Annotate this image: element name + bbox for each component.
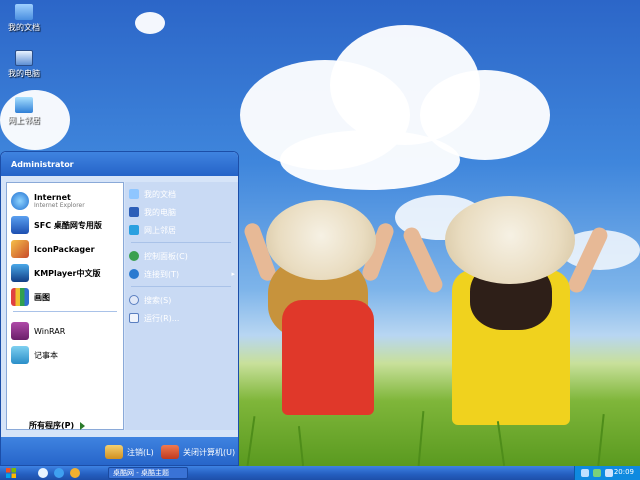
ie-icon[interactable]	[54, 468, 64, 478]
all-programs-label: 所有程序(P)	[29, 421, 75, 430]
separator	[131, 286, 231, 287]
menu-item-title: 记事本	[34, 350, 58, 360]
power-icon	[161, 445, 179, 459]
desktop-icon-my-computer[interactable]: 我的电脑	[4, 50, 44, 79]
grass	[417, 411, 425, 466]
straw-hat	[445, 196, 575, 284]
chevron-right-icon: ▸	[231, 270, 235, 278]
logoff-icon	[105, 445, 123, 459]
place-search[interactable]: 搜索(S)	[129, 292, 235, 308]
menu-item-title: KMPlayer中文版	[34, 268, 101, 278]
logoff-button[interactable]: 注销(L)	[105, 445, 154, 459]
red-shirt	[282, 300, 374, 415]
grass	[496, 421, 506, 466]
start-menu-header: Administrator	[1, 152, 238, 176]
user-name: Administrator	[11, 160, 74, 169]
place-network[interactable]: 网上邻居	[129, 222, 235, 238]
network-icon	[15, 97, 33, 113]
menu-item-winrar[interactable]: WinRAR	[11, 321, 123, 341]
desktop-icon-network[interactable]: 网上邻居	[4, 97, 44, 126]
start-menu: Administrator Internet Internet Explorer…	[0, 151, 239, 466]
straw-hat	[266, 200, 376, 280]
grass	[246, 416, 256, 466]
place-run[interactable]: 运行(R)...	[129, 310, 235, 326]
connect-icon	[129, 269, 139, 279]
folder-icon	[15, 4, 33, 20]
place-label: 运行(R)...	[144, 313, 180, 323]
arrow-right-icon	[80, 421, 86, 430]
start-button[interactable]	[6, 468, 16, 478]
menu-item-sfc[interactable]: SFC 桌酷网专用版	[11, 215, 123, 235]
task-label: 桌酷网 - 桌酷主题	[113, 469, 169, 477]
kmplayer-icon	[11, 264, 29, 282]
chevron-left-icon[interactable]	[581, 469, 589, 477]
pinned-programs-panel: Internet Internet Explorer SFC 桌酷网专用版 Ic…	[6, 182, 124, 439]
desktop-icon-label: 我的文档	[8, 23, 40, 32]
place-connect-to[interactable]: 连接到(T) ▸	[129, 266, 235, 282]
clock[interactable]: 20:09	[614, 468, 634, 476]
cloud	[280, 130, 460, 190]
all-programs-button[interactable]: 所有程序(P)	[29, 420, 86, 431]
ie-icon	[11, 192, 29, 210]
grass	[597, 414, 605, 466]
place-control-panel[interactable]: 控制面板(C)	[129, 248, 235, 264]
shutdown-label: 关闭计算机(U)	[183, 447, 236, 457]
menu-item-subtitle: Internet Explorer	[34, 202, 85, 209]
iconpackager-icon	[11, 240, 29, 258]
menu-item-iconpackager[interactable]: IconPackager	[11, 239, 123, 259]
volume-icon[interactable]	[605, 469, 613, 477]
separator	[131, 242, 231, 243]
place-label: 网上邻居	[144, 225, 176, 235]
taskbar-task-button[interactable]: 桌酷网 - 桌酷主题	[108, 467, 188, 479]
menu-item-notepad[interactable]: 记事本	[11, 345, 123, 365]
place-label: 搜索(S)	[144, 295, 172, 305]
place-label: 我的文档	[144, 189, 176, 199]
network-icon	[129, 225, 139, 235]
desktop-icon-my-documents[interactable]: 我的文档	[4, 4, 44, 33]
menu-item-kmplayer[interactable]: KMPlayer中文版	[11, 263, 123, 283]
notepad-icon	[11, 346, 29, 364]
desktop-icon-label: 网上邻居	[8, 116, 40, 125]
start-menu-footer: 注销(L) 关闭计算机(U)	[1, 437, 238, 465]
network-status-icon[interactable]	[593, 469, 601, 477]
menu-item-paint[interactable]: 画图	[11, 287, 123, 307]
menu-item-title: SFC 桌酷网专用版	[34, 220, 102, 230]
separator	[13, 311, 117, 312]
place-label: 控制面板(C)	[144, 251, 188, 261]
menu-item-title: WinRAR	[34, 326, 66, 336]
run-icon	[129, 313, 139, 323]
place-label: 连接到(T)	[144, 269, 180, 279]
cloud	[135, 12, 165, 34]
menu-item-title: IconPackager	[34, 244, 95, 254]
place-my-computer[interactable]: 我的电脑	[129, 204, 235, 220]
place-label: 我的电脑	[144, 207, 176, 217]
search-icon	[129, 295, 139, 305]
place-my-documents[interactable]: 我的文档	[129, 186, 235, 202]
paint-icon	[11, 288, 29, 306]
logoff-label: 注销(L)	[127, 447, 154, 457]
sfc-icon	[11, 216, 29, 234]
places-panel: 我的文档 我的电脑 网上邻居 控制面板(C) 连接到(T) ▸ 搜索(S) 运行…	[125, 182, 238, 430]
desktop-icon-label: 我的电脑	[8, 69, 40, 78]
windows-logo-icon	[6, 468, 16, 478]
control-panel-icon	[129, 251, 139, 261]
menu-item-internet[interactable]: Internet Internet Explorer	[11, 189, 123, 213]
media-player-icon[interactable]	[70, 468, 80, 478]
computer-icon	[15, 50, 33, 66]
system-tray: 20:09	[574, 466, 640, 480]
winrar-icon	[11, 322, 29, 340]
grass	[297, 426, 305, 466]
computer-icon	[129, 207, 139, 217]
taskbar: 桌酷网 - 桌酷主题 20:09	[0, 466, 640, 480]
menu-item-title: 画图	[34, 292, 50, 302]
menu-item-title: Internet	[34, 193, 71, 202]
show-desktop-icon[interactable]	[38, 468, 48, 478]
documents-icon	[129, 189, 139, 199]
shutdown-button[interactable]: 关闭计算机(U)	[161, 445, 235, 459]
